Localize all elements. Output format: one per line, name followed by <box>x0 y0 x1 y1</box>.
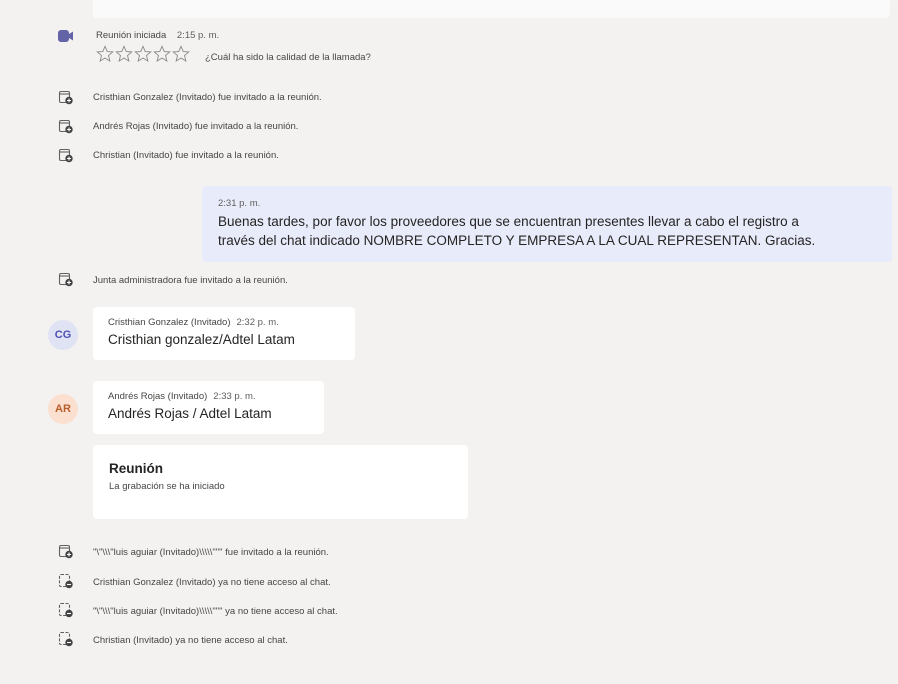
calendar-add-icon <box>58 272 73 287</box>
chat-message[interactable]: Andrés Rojas (Invitado) 2:33 p. m. Andrés… <box>93 381 324 434</box>
call-quality-prompt: ¿Cuál ha sido la calidad de la llamada? <box>205 52 371 63</box>
call-rating-stars <box>96 45 191 65</box>
calendar-remove-icon <box>58 602 73 618</box>
message-author: Cristhian Gonzalez (Invitado) <box>108 317 231 328</box>
my-message-bubble[interactable]: 2:31 p. m. Buenas tardes, por favor los … <box>202 186 892 262</box>
message-body-line-2: través del chat indicado NOMBRE COMPLETO… <box>218 233 816 248</box>
recording-status: La grabación se ha iniciado <box>109 481 225 492</box>
message-header: Cristhian Gonzalez (Invitado) 2:32 p. m. <box>108 317 279 328</box>
message-time: 2:31 p. m. <box>218 198 261 209</box>
calendar-remove-icon <box>58 631 73 647</box>
meeting-started-label: Reunión iniciada <box>96 30 167 41</box>
calendar-add-icon <box>58 90 73 105</box>
message-body: Cristhian gonzalez/Adtel Latam <box>108 332 295 347</box>
avatar[interactable]: CG <box>48 320 78 350</box>
message-body: Andrés Rojas / Adtel Latam <box>108 406 272 421</box>
rating-star-1[interactable] <box>96 45 114 63</box>
rating-star-4[interactable] <box>153 45 171 63</box>
event-invited-luis: "\"\\\"luis aguiar (Invitado)\\\\\""" fu… <box>93 547 329 558</box>
event-invited-christian: Christian (Invitado) fue invitado a la r… <box>93 150 279 161</box>
avatar[interactable]: AR <box>48 394 78 424</box>
recording-title: Reunión <box>109 461 163 476</box>
event-invited-cristhian: Cristhian Gonzalez (Invitado) fue invita… <box>93 92 322 103</box>
message-author: Andrés Rojas (Invitado) <box>108 391 208 402</box>
rating-star-2[interactable] <box>115 45 133 63</box>
rating-star-5[interactable] <box>172 45 190 63</box>
calendar-remove-icon <box>58 573 73 589</box>
message-time: 2:32 p. m. <box>236 317 279 328</box>
message-header: Andrés Rojas (Invitado) 2:33 p. m. <box>108 391 256 402</box>
event-invited-junta: Junta administradora fue invitado a la r… <box>93 275 288 286</box>
meeting-started-time: 2:15 p. m. <box>176 30 220 41</box>
event-removed-cristhian: Cristhian Gonzalez (Invitado) ya no tien… <box>93 577 331 588</box>
event-removed-christian: Christian (Invitado) ya no tiene acceso … <box>93 635 288 646</box>
recording-card[interactable]: Reunión La grabación se ha iniciado <box>93 445 468 519</box>
meeting-started-line: Reunión iniciada 2:15 p. m. <box>96 30 219 41</box>
event-invited-andres: Andrés Rojas (Invitado) fue invitado a l… <box>93 121 299 132</box>
message-time: 2:33 p. m. <box>213 391 256 402</box>
rating-star-3[interactable] <box>134 45 152 63</box>
calendar-add-icon <box>58 119 73 134</box>
calendar-add-icon <box>58 148 73 163</box>
event-removed-luis: "\"\\\"luis aguiar (Invitado)\\\\\""" ya… <box>93 606 338 617</box>
message-body-line-1: Buenas tardes, por favor los proveedores… <box>218 214 799 229</box>
chat-message[interactable]: Cristhian Gonzalez (Invitado) 2:32 p. m. … <box>93 307 355 360</box>
video-camera-icon <box>58 30 73 42</box>
previous-message-card <box>93 0 890 18</box>
calendar-add-icon <box>58 544 73 559</box>
